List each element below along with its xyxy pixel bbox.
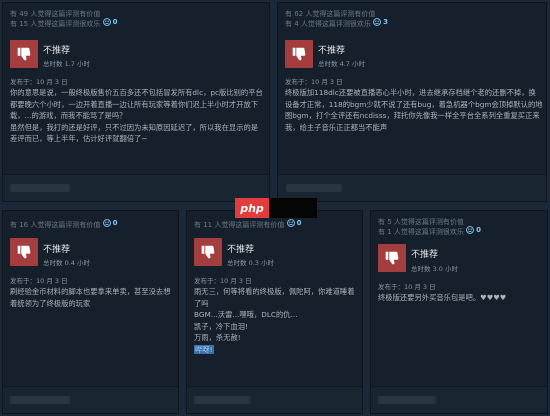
smile-icon (102, 219, 111, 227)
review-verdict: 不推荐 (227, 245, 255, 255)
funny-award-count: 0 (112, 18, 118, 26)
review-text: 终极版还要另外买音乐包是吧。♥♥♥♥ (378, 292, 543, 304)
funny-award[interactable]: 3 (373, 18, 388, 26)
play-hours: 总时数 0.4 小时 (43, 259, 90, 267)
funny-stats-row: 有 4 人觉得这篇评测很欢乐 3 (285, 18, 388, 28)
funny-award-count: 3 (383, 18, 389, 26)
thumbs-down-icon (10, 40, 38, 68)
review-footer-user (286, 184, 342, 192)
review-paragraph: 万雨，杀无赦! (194, 333, 241, 342)
thumbs-down-icon (10, 238, 38, 266)
review-paragraph: 哔呀! (194, 344, 358, 356)
thumbs-down-icon (194, 238, 222, 266)
play-hours: 总时数 4.7 小时 (318, 60, 365, 68)
review-card: 有 62 人觉得这篇评测有价值 有 4 人觉得这篇评测很欢乐 3 不推荐 总时数… (277, 2, 547, 202)
review-paragraph: 凯子，冷下血泪! (194, 321, 249, 331)
funny-stats-row: 有 1 人觉得这篇评测很欢乐 0 (378, 226, 481, 236)
helpful-count: 有 11 人觉得这篇评测有价值 (194, 221, 285, 229)
review-card: 有 49 人觉得这篇评测有价值 有 15 人觉得这篇评测很欢乐 0 不推荐 总时… (2, 2, 270, 202)
helpful-stats: 有 62 人觉得这篇评测有价值 有 4 人觉得这篇评测很欢乐 3 (285, 10, 388, 28)
review-card: 有 16 人觉得这篇评测有价值 0 不推荐 总时数 0.4 小时 发布于：10 … (2, 210, 179, 414)
review-paragraph: BGM...沃雷...嘿哦，DLC的仇... (194, 310, 298, 319)
smile-icon (373, 18, 382, 26)
funny-count-text: 有 1 人觉得这篇评测很欢乐 (378, 228, 464, 236)
review-paragraph: 你的意思是说，一般终极版售价五百多还不包括冒发所有dlc，pc版比别的平台都要晚… (10, 88, 263, 120)
review-text: 刷经验金币材料的脚本也要拿来单卖，甚至没去想着统领为了终极版的玩家 (10, 286, 174, 309)
funny-count-text: 有 4 人觉得这篇评测很欢乐 (285, 20, 371, 28)
play-hours: 总时数 0.3 小时 (227, 259, 274, 267)
funny-award[interactable]: 0 (102, 219, 118, 227)
thumbs-down-icon (285, 40, 313, 68)
helpful-stats: 有 16 人觉得这篇评测有价值 0 (10, 219, 117, 229)
php-watermark-logo: php (235, 198, 269, 218)
review-text: 你的意思是说，一般终极版售价五百多还不包括冒发所有dlc，pc版比别的平台都要晚… (10, 87, 265, 145)
review-footer-user (194, 396, 250, 404)
smile-icon (466, 226, 475, 234)
post-date: 发布于：10 月 3 日 (194, 277, 252, 285)
thumbs-down-icon (378, 244, 406, 272)
review-footer-user (10, 396, 70, 404)
helpful-count: 有 5 人觉得这篇评测有价值 (378, 218, 464, 226)
review-paragraph: 雨无三，何等将看的终极版，佩陀阿，你难道睡着了吗 (194, 287, 355, 308)
play-hours: 总时数 1.7 小时 (43, 60, 90, 68)
highlighted-text: 哔呀! (194, 344, 214, 354)
helpful-count: 有 62 人觉得这篇评测有价值 (285, 10, 376, 18)
post-date: 发布于：10 月 3 日 (10, 277, 68, 285)
watermark-bar (269, 198, 317, 218)
review-verdict: 不推荐 (318, 46, 346, 56)
funny-award-count: 0 (476, 226, 482, 234)
review-footer-user (378, 396, 436, 404)
funny-award[interactable]: 0 (286, 219, 302, 227)
review-paragraph: 虽然但是，我打的还是好评，只不过因为未知原因延迟了，所以我在显示的是差评而已，等… (10, 122, 259, 144)
review-text: 终极版加118dlc还要被直播恶心半小时，进去继承存档继个老的还删不掉，换设备才… (285, 87, 543, 133)
funny-stats-row: 有 15 人觉得这篇评测很欢乐 0 (10, 18, 117, 28)
helpful-count: 有 49 人觉得这篇评测有价值 (10, 10, 101, 18)
funny-award-count: 0 (112, 219, 118, 227)
review-verdict: 不推荐 (43, 46, 71, 56)
review-paragraph: 终极版加118dlc还要被直播恶心半小时，进去继承存档继个老的还删不掉，换设备才… (285, 88, 543, 132)
review-paragraph: 终极版还要另外买音乐包是吧。♥♥♥♥ (378, 293, 507, 302)
review-footer-user (10, 184, 70, 192)
helpful-stats: 有 49 人觉得这篇评测有价值 有 15 人觉得这篇评测很欢乐 0 (10, 10, 117, 28)
post-date: 发布于：10 月 3 日 (10, 78, 68, 86)
post-date: 发布于：10 月 3 日 (285, 78, 343, 86)
funny-award[interactable]: 0 (102, 18, 118, 26)
funny-award-count: 0 (296, 219, 302, 227)
review-card: 有 5 人觉得这篇评测有价值 有 1 人觉得这篇评测很欢乐 0 不推荐 总时数 … (370, 210, 548, 414)
smile-icon (286, 219, 295, 227)
review-text: 雨无三，何等将看的终极版，佩陀阿，你难道睡着了吗 BGM...沃雷...嘿哦，D… (194, 286, 358, 355)
review-verdict: 不推荐 (43, 245, 71, 255)
smile-icon (102, 18, 111, 26)
helpful-stats: 有 5 人觉得这篇评测有价值 有 1 人觉得这篇评测很欢乐 0 (378, 218, 481, 236)
review-card: 有 11 人觉得这篇评测有价值 0 不推荐 总时数 0.3 小时 发布于：10 … (186, 210, 363, 414)
funny-count-text: 有 15 人觉得这篇评测很欢乐 (10, 20, 101, 28)
review-paragraph: 刷经验金币材料的脚本也要拿来单卖，甚至没去想着统领为了终极版的玩家 (10, 287, 171, 308)
review-verdict: 不推荐 (411, 250, 439, 260)
helpful-count: 有 16 人觉得这篇评测有价值 (10, 221, 101, 229)
play-hours: 总时数 3.0 小时 (411, 265, 458, 273)
funny-award[interactable]: 0 (466, 226, 481, 234)
helpful-stats: 有 11 人觉得这篇评测有价值 0 (194, 219, 301, 229)
post-date: 发布于：10 月 3 日 (378, 283, 436, 291)
